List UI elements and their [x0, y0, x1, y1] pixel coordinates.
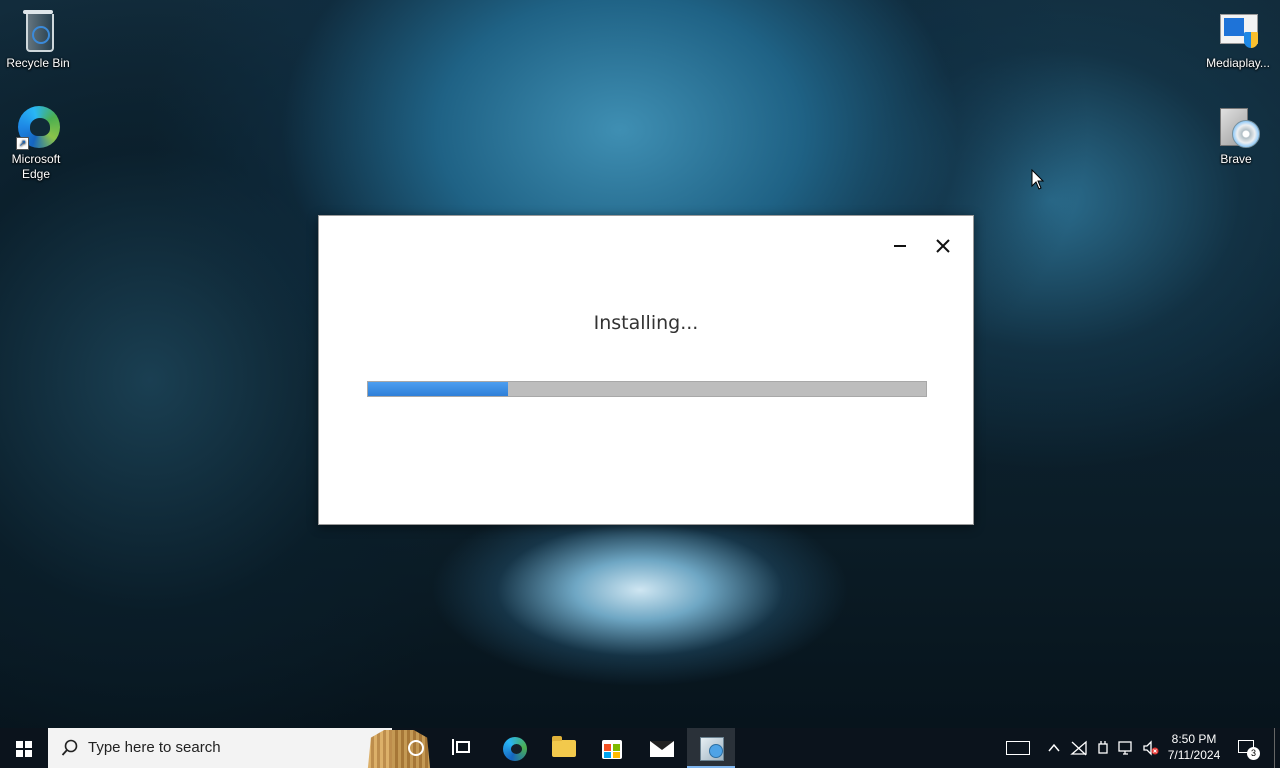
edge-icon: ↗: [14, 104, 60, 150]
news-and-interests-icon[interactable]: [1006, 741, 1030, 755]
clock-date: 7/11/2024: [1167, 748, 1221, 762]
task-view-button[interactable]: [440, 728, 488, 768]
desktop-icon-microsoft-edge[interactable]: ↗ Microsoft Edge: [0, 104, 72, 182]
cortana-icon: [408, 740, 424, 756]
media-player-installer-icon: [1216, 8, 1260, 54]
desktop-icon-label: Recycle Bin: [6, 56, 70, 70]
taskbar: Type here to search 8:50 PM 7/11/2024 3: [0, 728, 1280, 768]
close-icon: [936, 239, 950, 253]
desktop-icon-label: Microsoft Edge: [11, 152, 61, 181]
show-desktop-button[interactable]: [1274, 728, 1280, 768]
file-explorer-icon: [552, 736, 576, 757]
taskbar-file-explorer-button[interactable]: [540, 728, 588, 768]
desktop-icon-mediaplayer[interactable]: Mediaplay...: [1198, 8, 1278, 71]
installing-status-text: Installing...: [593, 312, 699, 334]
progress-bar-fill: [368, 382, 508, 396]
taskbar-edge-button[interactable]: [490, 728, 538, 768]
volume-muted-icon[interactable]: [1142, 740, 1160, 756]
taskbar-search-box[interactable]: Type here to search: [48, 728, 431, 768]
start-button[interactable]: [0, 728, 48, 768]
task-view-icon: [452, 739, 470, 755]
minimize-button[interactable]: [889, 236, 911, 256]
search-placeholder: Type here to search: [88, 739, 221, 756]
show-hidden-icons-chevron-icon[interactable]: [1046, 740, 1062, 756]
installer-dialog: Installing...: [318, 215, 974, 525]
network-icon[interactable]: [1118, 740, 1136, 756]
desktop-icon-recycle-bin[interactable]: Recycle Bin: [0, 8, 76, 71]
search-icon: [61, 739, 78, 756]
taskbar-mail-button[interactable]: [638, 728, 686, 768]
taskbar-clock[interactable]: 8:50 PM 7/11/2024: [1162, 731, 1226, 763]
close-button[interactable]: [931, 234, 955, 258]
mouse-cursor-icon: [1031, 168, 1045, 191]
windows-logo-icon: [16, 741, 32, 757]
desktop-icon-label: Mediaplay...: [1206, 56, 1270, 70]
desktop-icon-brave[interactable]: Brave: [1198, 104, 1274, 167]
usb-device-icon[interactable]: [1095, 740, 1111, 756]
brave-installer-icon: [1214, 104, 1260, 150]
install-progress-bar: [367, 381, 927, 397]
desktop-icon-label: Brave: [1220, 152, 1252, 166]
network-disabled-icon[interactable]: [1070, 740, 1088, 756]
recycle-bin-icon: [16, 8, 60, 54]
notification-count-badge: 3: [1247, 747, 1260, 760]
edge-icon: [503, 737, 527, 761]
cortana-button[interactable]: [392, 728, 440, 768]
mail-icon: [650, 741, 674, 757]
clock-time: 8:50 PM: [1171, 732, 1217, 746]
shortcut-arrow-icon: ↗: [16, 137, 29, 150]
microsoft-store-icon: [602, 740, 622, 759]
installer-app-icon: [700, 737, 724, 761]
taskbar-installer-button[interactable]: [687, 728, 735, 768]
action-center-button[interactable]: 3: [1236, 738, 1260, 760]
taskbar-store-button[interactable]: [588, 728, 636, 768]
